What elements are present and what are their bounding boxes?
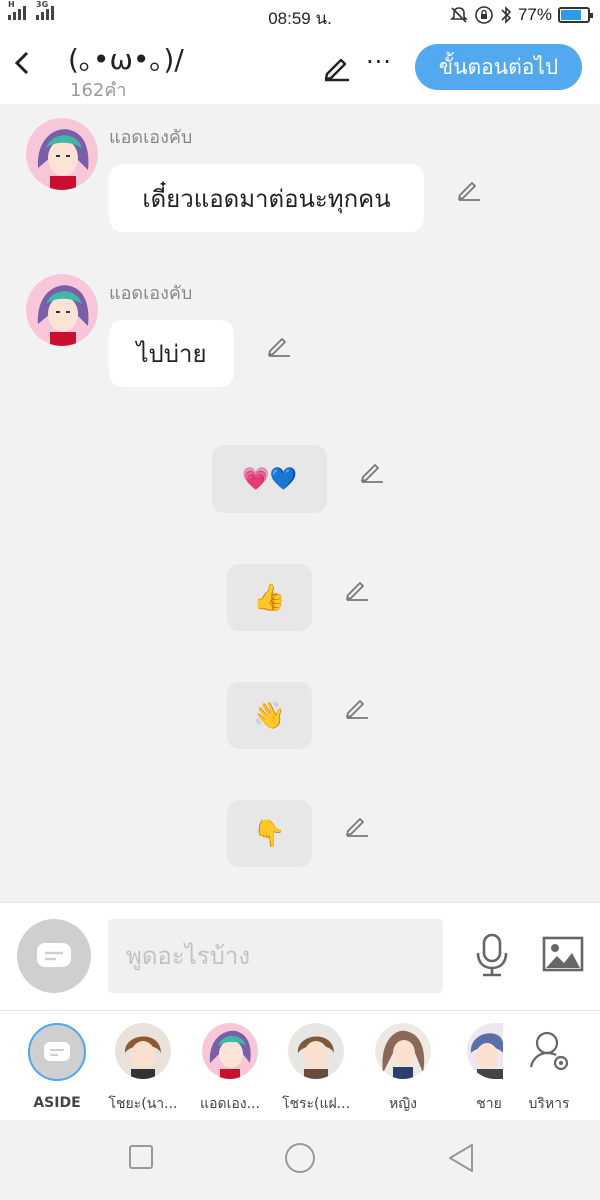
character-name: แอดเอง... [200,1096,260,1112]
chevron-left-icon [14,51,29,75]
sender-name: แอดเองคับ [109,283,193,304]
status-icons: 77% [450,5,593,25]
wave-sticker[interactable]: 👋 [227,682,312,749]
character-name: บริหาร [528,1096,570,1112]
character-item[interactable]: หญิง [359,1023,447,1115]
image-icon [542,936,584,972]
character-item[interactable]: โชระ(แฝ... [272,1023,360,1115]
story-title: (｡•ω•｡)/ [68,43,184,76]
header: (｡•ω•｡)/ 162คำ ··· ขั้นตอนต่อไป [0,30,600,104]
avatar [467,1023,503,1079]
manage-characters-button[interactable]: บริหาร [505,1023,593,1115]
edit-sticker-button[interactable] [344,694,370,720]
battery-icon [558,7,593,23]
edit-sticker-button[interactable] [344,812,370,838]
square-icon [129,1145,153,1169]
back-button[interactable] [12,48,42,84]
avatar [288,1023,344,1079]
pencil-icon [346,582,368,601]
status-bar: H 3G 08:59 น. 77% [0,0,600,30]
message-bubble[interactable]: ไปบ่าย [109,320,234,387]
battery-percent: 77% [517,5,552,24]
avatar [115,1023,171,1079]
hearts-sticker[interactable]: 💗💙 [212,445,327,513]
user-settings-icon [529,1031,569,1071]
recent-apps-button[interactable] [128,1144,154,1174]
avatar [375,1023,431,1079]
chat-bubble-icon [44,1042,70,1061]
chat-bubble-icon [37,943,71,967]
next-step-button[interactable]: ขั้นตอนต่อไป [415,44,582,90]
avatar [202,1023,258,1079]
word-count: 162คำ [70,80,127,101]
voice-input-button[interactable] [474,933,510,981]
character-item[interactable]: แอดเอง... [186,1023,274,1115]
bluetooth-icon [501,6,512,24]
triangle-back-icon [449,1144,473,1172]
avatar[interactable] [26,274,98,346]
edit-sticker-button[interactable] [359,458,385,484]
character-name: โชยะ(นา... [108,1096,178,1112]
back-nav-button[interactable] [446,1142,476,1178]
rotation-lock-icon [475,6,493,24]
character-item[interactable]: โชยะ(นา... [99,1023,187,1115]
character-name: ASIDE [33,1095,81,1111]
character-name: โชระ(แฝ... [281,1096,351,1112]
microphone-icon [476,933,508,977]
pencil-icon [346,818,368,837]
avatar [521,1023,577,1079]
battery-fill [561,10,582,20]
home-button[interactable] [284,1142,316,1178]
point-down-sticker[interactable]: 👇 [227,800,312,867]
avatar [28,1023,86,1081]
character-aside[interactable]: ASIDE [13,1023,101,1111]
avatar[interactable] [26,118,98,190]
aside-toggle-button[interactable] [17,919,91,993]
edit-sticker-button[interactable] [344,576,370,602]
insert-image-button[interactable] [542,936,584,976]
mute-icon [450,7,468,23]
edit-message-button[interactable] [266,332,292,358]
message-bubble[interactable]: เดี๋ยวแอดมาต่อนะทุกคน [109,164,424,232]
edit-title-button[interactable] [322,52,352,86]
thumbs-up-sticker[interactable]: 👍 [227,564,312,631]
message-input[interactable] [108,919,443,993]
pencil-icon [458,182,480,201]
more-options-button[interactable]: ··· [366,48,392,76]
system-navigation-bar [0,1120,600,1200]
composer [0,902,600,1010]
pencil-icon [346,700,368,719]
edit-message-button[interactable] [456,176,482,202]
character-name: หญิง [389,1096,417,1112]
sender-name: แอดเองคับ [109,127,193,148]
pencil-icon [268,338,290,357]
character-selector: ASIDE โชยะ(นา... แอดเอง... โชระ(แฝ... หญ… [0,1010,600,1120]
pencil-icon [361,464,383,483]
circle-icon [285,1143,315,1173]
pencil-icon [324,58,349,82]
